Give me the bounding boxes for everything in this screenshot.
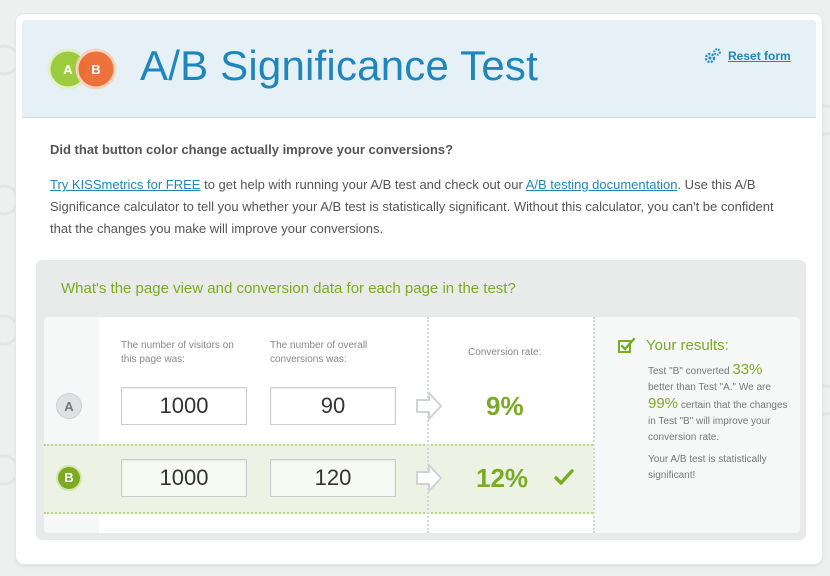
reset-form-label: Reset form [728,49,791,63]
page-title: A/B Significance Test [140,42,538,89]
row-b-visitors-input[interactable] [121,459,247,497]
logo-letter-a: A [63,62,73,77]
intro-question: Did that button color change actually im… [50,142,454,157]
results-title: Your results: [646,337,729,354]
results-body: Test "B" converted 33% better than Test … [648,362,788,484]
row-a-visitors-input[interactable] [121,387,247,425]
data-panel: What's the page view and conversion data… [36,260,806,540]
logo-letter-b: B [91,62,100,77]
intro-paragraph: Try KISSmetrics for FREE to get help wit… [50,174,790,240]
reset-form-link[interactable]: Reset form [704,48,791,64]
results-summary: Your results: Test "B" converted 33% bet… [618,337,788,484]
ab-documentation-link[interactable]: A/B testing documentation [526,177,678,192]
rate-column-label: Conversion rate: [468,347,542,358]
arrow-right-icon [416,391,443,421]
arrow-right-icon [416,463,443,493]
kissmetrics-trial-link[interactable]: Try KISSmetrics for FREE [50,177,200,192]
row-b-conversions-input[interactable] [270,459,396,497]
test-data-grid: The number of visitors on this page was:… [44,317,800,533]
row-a-conversion-rate: 9% [486,391,524,421]
gear-icon [704,48,721,64]
page-header: A B A/B Significance Test Reset form [22,20,816,118]
row-a-badge: A [56,393,82,419]
row-b-conversion-rate: 12% [476,463,529,493]
results-text-2: better than Test "A." We are [648,382,771,393]
conversions-column-label: The number of overall conversions was: [270,340,368,365]
panel-heading: What's the page view and conversion data… [61,280,516,297]
row-a-conversions-input[interactable] [270,387,396,425]
winner-check-icon [554,469,574,485]
checkbox-checked-icon [618,337,636,353]
column-divider [427,317,429,533]
significance-conclusion: Your A/B test is statistically significa… [648,454,767,481]
intro-text-1: to get help with running your A/B test a… [200,177,526,192]
row-b-badge: B [56,465,82,491]
visitors-column-label: The number of visitors on this page was: [121,340,234,365]
improvement-percent: 33% [732,361,763,378]
results-divider [593,317,595,533]
calculator-card: A B A/B Significance Test Reset form Did… [16,14,822,564]
ab-logo: A B [47,48,117,90]
confidence-percent: 99% [648,395,679,412]
results-text-1: Test "B" converted [648,366,730,377]
